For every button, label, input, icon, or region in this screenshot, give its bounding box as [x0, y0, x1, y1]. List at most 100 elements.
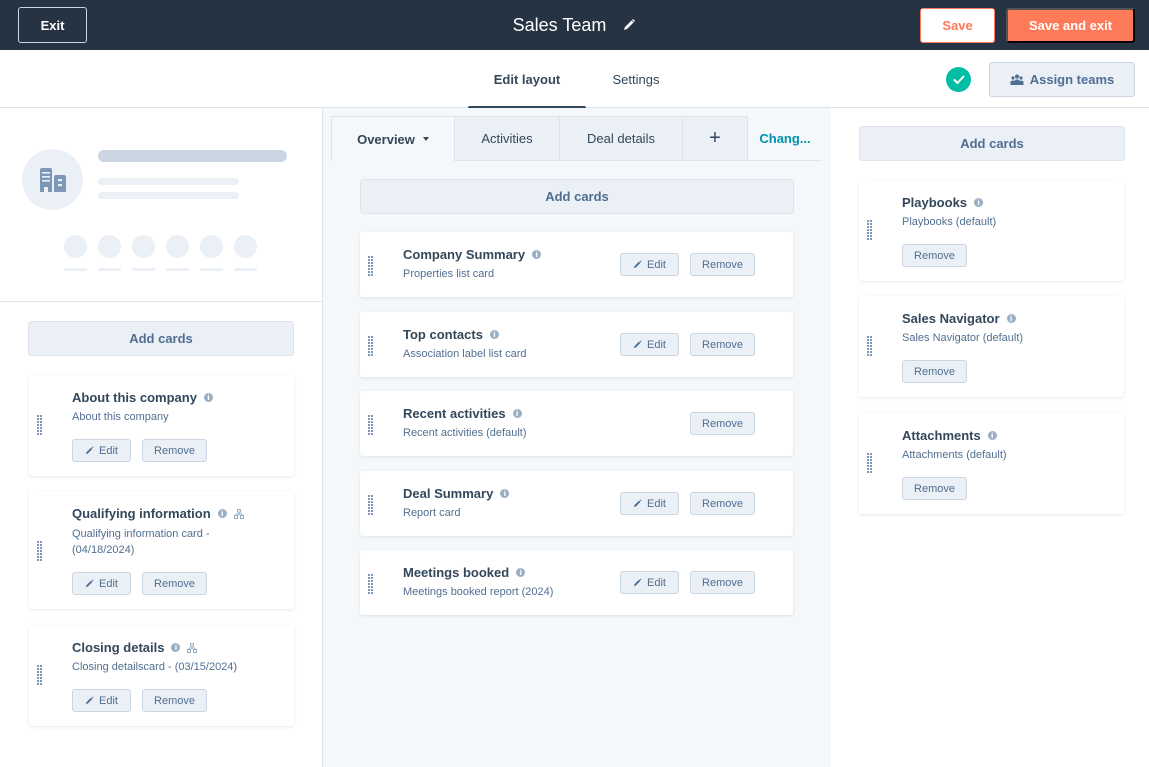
middle-add-cards-button[interactable]: Add cards [360, 179, 794, 214]
card-company-summary: Company Summary i Properties list card E… [360, 232, 793, 297]
remove-button[interactable]: Remove [690, 412, 755, 435]
tab-overview[interactable]: Overview [331, 116, 455, 161]
tab-deal-details[interactable]: Deal details [560, 116, 683, 161]
drag-handle-icon[interactable] [368, 495, 373, 515]
drag-handle-icon[interactable] [37, 665, 42, 685]
middle-column: Overview Activities Deal details + Chang… [323, 108, 831, 767]
info-icon[interactable]: i [516, 568, 526, 577]
card-subtitle: Association label list card [403, 348, 527, 360]
company-avatar [22, 149, 83, 210]
hierarchy-icon [233, 508, 244, 519]
right-column: Add cards Playbooks i Playbooks (default… [831, 108, 1149, 767]
left-add-cards-button[interactable]: Add cards [28, 321, 294, 356]
card-top-contacts: Top contacts i Association label list ca… [360, 312, 793, 377]
record-preview [0, 108, 322, 302]
edit-button[interactable]: Edit [72, 572, 131, 595]
info-icon[interactable]: i [500, 489, 510, 498]
skeleton-line [98, 178, 239, 185]
drag-handle-icon[interactable] [368, 415, 373, 435]
card-title: Deal Summary i [403, 486, 510, 501]
info-icon[interactable]: i [512, 409, 522, 418]
card-subtitle: Recent activities (default) [403, 427, 527, 439]
caret-down-icon [422, 137, 429, 141]
tab-settings[interactable]: Settings [596, 50, 676, 108]
info-icon[interactable]: i [217, 509, 227, 518]
card-subtitle: Playbooks (default) [902, 216, 997, 228]
success-check-icon [946, 67, 971, 92]
pencil-icon [85, 579, 94, 588]
info-icon[interactable]: i [974, 198, 984, 207]
card-attachments: Attachments i Attachments (default) Remo… [859, 413, 1124, 514]
skeleton-action [166, 235, 189, 258]
card-subtitle: Qualifying information card - (04/18/202… [72, 528, 210, 556]
save-button[interactable]: Save [920, 8, 995, 43]
middle-tabs: Overview Activities Deal details + Chang… [331, 116, 822, 161]
top-bar: Exit Sales Team Save Save and exit [0, 0, 1149, 50]
card-title: Attachments i [902, 428, 997, 443]
skeleton-action [234, 235, 257, 258]
card-closing-details: Closing details i Closing detailscard - … [29, 625, 294, 726]
card-subtitle: Properties list card [403, 268, 495, 280]
drag-handle-icon[interactable] [37, 415, 42, 435]
remove-button[interactable]: Remove [142, 689, 207, 712]
edit-button[interactable]: Edit [620, 571, 679, 594]
change-tabs-link[interactable]: Chang... [748, 116, 822, 161]
drag-handle-icon[interactable] [37, 541, 42, 561]
drag-handle-icon[interactable] [368, 574, 373, 594]
skeleton-action [200, 235, 223, 258]
edit-button[interactable]: Edit [620, 253, 679, 276]
card-title: Playbooks i [902, 195, 984, 210]
card-subtitle: Sales Navigator (default) [902, 332, 1024, 344]
info-icon[interactable]: i [171, 643, 181, 652]
card-title: Qualifying information i [72, 506, 244, 521]
pencil-icon [633, 578, 642, 587]
card-playbooks: Playbooks i Playbooks (default) Remove [859, 180, 1124, 281]
card-about-this-company: About this company i About this company … [29, 375, 294, 476]
info-icon[interactable]: i [1006, 314, 1016, 323]
remove-button[interactable]: Remove [902, 477, 967, 500]
info-icon[interactable]: i [489, 330, 499, 339]
skeleton-action [132, 235, 155, 258]
pencil-icon[interactable] [622, 18, 636, 32]
card-subtitle: Closing detailscard - (03/15/2024) [72, 661, 238, 673]
info-icon[interactable]: i [987, 431, 997, 440]
remove-button[interactable]: Remove [902, 360, 967, 383]
save-and-exit-button[interactable]: Save and exit [1006, 8, 1135, 43]
skeleton-action [64, 235, 87, 258]
card-title: Company Summary i [403, 247, 542, 262]
info-icon[interactable]: i [203, 393, 213, 402]
edit-button[interactable]: Edit [620, 492, 679, 515]
assign-teams-button[interactable]: Assign teams [989, 62, 1135, 97]
card-subtitle: About this company [72, 411, 169, 423]
right-add-cards-button[interactable]: Add cards [859, 126, 1125, 161]
pencil-icon [633, 340, 642, 349]
drag-handle-icon[interactable] [867, 220, 872, 240]
drag-handle-icon[interactable] [368, 336, 373, 356]
remove-button[interactable]: Remove [690, 333, 755, 356]
drag-handle-icon[interactable] [867, 336, 872, 356]
edit-button[interactable]: Edit [72, 689, 131, 712]
edit-button[interactable]: Edit [72, 439, 131, 462]
remove-button[interactable]: Remove [902, 244, 967, 267]
tabs-row: Edit layout Settings Assign teams [0, 50, 1149, 110]
remove-button[interactable]: Remove [142, 572, 207, 595]
card-meetings-booked: Meetings booked i Meetings booked report… [360, 550, 793, 615]
info-icon[interactable]: i [532, 250, 542, 259]
pencil-icon [633, 499, 642, 508]
tab-edit-layout[interactable]: Edit layout [468, 50, 586, 110]
page-title: Sales Team [512, 14, 607, 35]
remove-button[interactable]: Remove [690, 571, 755, 594]
edit-button[interactable]: Edit [620, 333, 679, 356]
exit-button[interactable]: Exit [18, 7, 87, 43]
assign-teams-label: Assign teams [1029, 72, 1115, 87]
remove-button[interactable]: Remove [690, 253, 755, 276]
remove-button[interactable]: Remove [142, 439, 207, 462]
hierarchy-icon [187, 642, 198, 653]
tab-activities[interactable]: Activities [455, 116, 560, 161]
card-title: Meetings booked i [403, 565, 526, 580]
add-tab-button[interactable]: + [683, 116, 748, 161]
card-qualifying-information: Qualifying information i Qualifying info… [29, 491, 294, 609]
drag-handle-icon[interactable] [867, 453, 872, 473]
drag-handle-icon[interactable] [368, 256, 373, 276]
remove-button[interactable]: Remove [690, 492, 755, 515]
